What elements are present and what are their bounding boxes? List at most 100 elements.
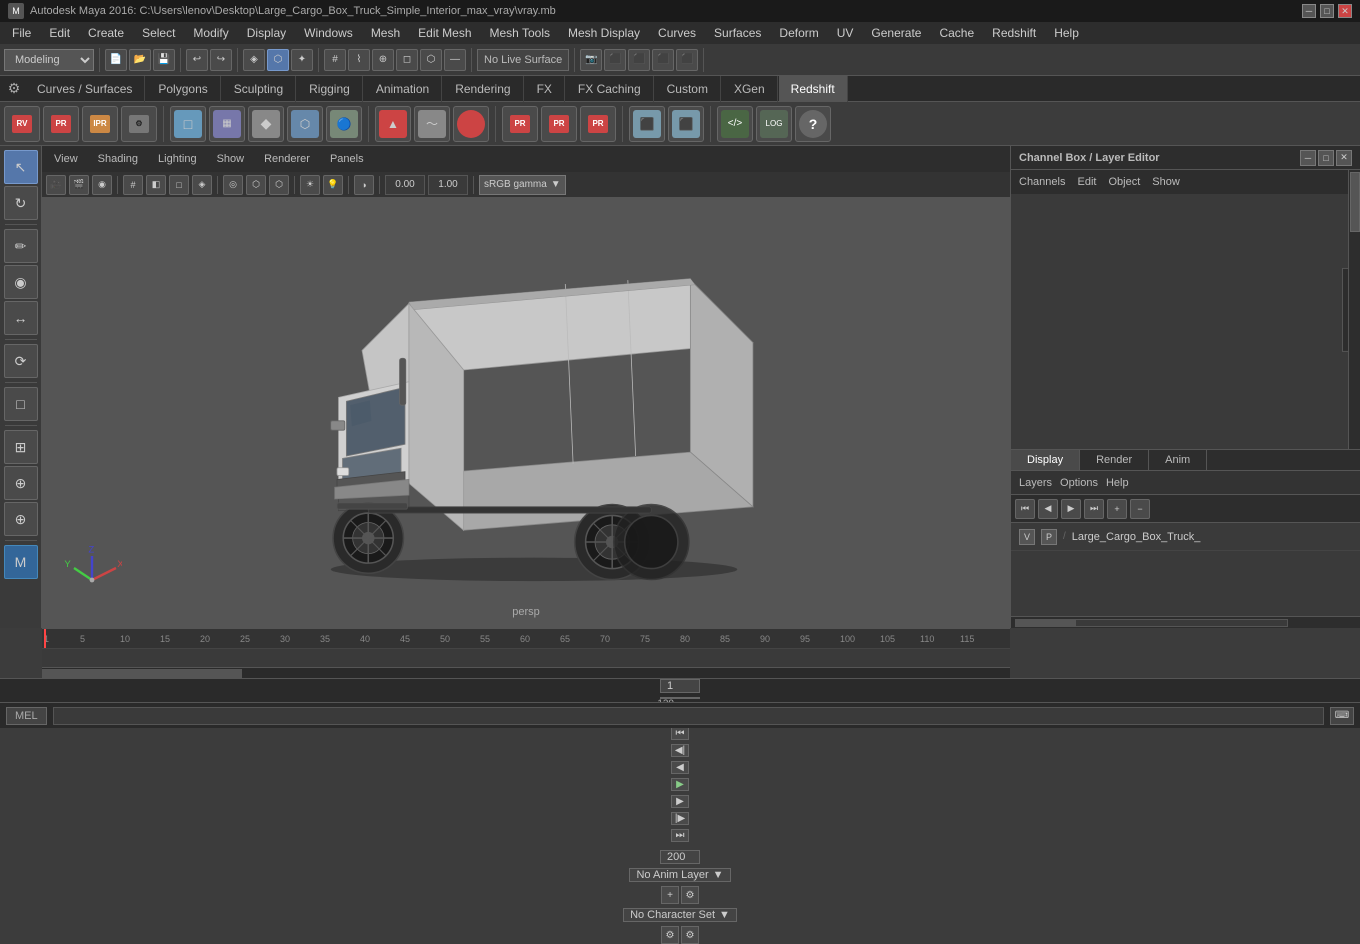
menu-uv[interactable]: UV — [829, 22, 862, 44]
fps-field[interactable]: 200 — [660, 850, 700, 864]
vp-light1[interactable]: ☀ — [300, 175, 320, 195]
menu-help[interactable]: Help — [1046, 22, 1087, 44]
render-button[interactable]: ⬛ — [604, 49, 626, 71]
layer-add-btn[interactable]: + — [1107, 499, 1127, 519]
rs-mat3-button[interactable] — [453, 106, 489, 142]
snap3[interactable]: ⊕ — [4, 502, 38, 536]
pb-last-frame[interactable]: ⏭ — [671, 829, 689, 842]
pb-first-frame[interactable]: ⏮ — [671, 727, 689, 740]
rs-vol2-button[interactable]: ⬛ — [668, 106, 704, 142]
current-frame-field[interactable]: 1 — [660, 679, 700, 693]
vp-isolate-button[interactable]: ◎ — [223, 175, 243, 195]
new-scene-button[interactable]: 📄 — [105, 49, 127, 71]
rs-obj3-button[interactable]: ◆ — [248, 106, 284, 142]
transform-tool[interactable]: ↔ — [4, 301, 38, 335]
menu-redshift[interactable]: Redshift — [984, 22, 1044, 44]
vp-num-field-2[interactable]: 1.00 — [428, 175, 468, 195]
viewport-menu-panels[interactable]: Panels — [324, 151, 370, 167]
channel-menu-channels[interactable]: Channels — [1019, 176, 1065, 188]
pb-next-key[interactable]: |▶ — [671, 812, 689, 825]
anim-layer-btn-2[interactable]: ⚙ — [681, 886, 699, 904]
undo-button[interactable]: ↩ — [186, 49, 208, 71]
pivot-tool[interactable]: ⟳ — [4, 344, 38, 378]
render-settings-button[interactable]: ⬛ — [652, 49, 674, 71]
tab-xgen[interactable]: XGen — [722, 76, 778, 102]
layer-prev-btn[interactable]: ◀ — [1038, 499, 1058, 519]
tab-curves-surfaces[interactable]: Curves / Surfaces — [25, 76, 145, 102]
rs-pr-btn4[interactable]: PR — [580, 106, 616, 142]
rotate-tool[interactable]: ↻ — [4, 186, 38, 220]
viewport-canvas[interactable]: X Y Z persp — [42, 198, 1010, 628]
channel-menu-object[interactable]: Object — [1108, 176, 1140, 188]
menu-edit-mesh[interactable]: Edit Mesh — [410, 22, 479, 44]
pb-prev-frame[interactable]: ◀ — [671, 761, 689, 774]
layer-playback-p[interactable]: P — [1041, 529, 1057, 545]
menu-windows[interactable]: Windows — [296, 22, 361, 44]
char-set-btn-2[interactable]: ⚙ — [681, 926, 699, 944]
tab-polygons[interactable]: Polygons — [146, 76, 220, 102]
timeline-ruler[interactable]: 1 5 10 15 20 25 30 35 40 45 50 55 60 65 … — [42, 629, 1010, 649]
tab-fx[interactable]: FX — [525, 76, 565, 102]
rs-obj4-button[interactable]: ⬡ — [287, 106, 323, 142]
layer-remove-btn[interactable]: − — [1130, 499, 1150, 519]
snap-surface-button[interactable]: ⬡ — [420, 49, 442, 71]
select-tool[interactable]: ↖ — [4, 150, 38, 184]
layer-opt-help[interactable]: Help — [1106, 477, 1129, 489]
anim-layer-btn-1[interactable]: + — [661, 886, 679, 904]
tab-animation[interactable]: Animation — [364, 76, 442, 102]
tab-rigging[interactable]: Rigging — [297, 76, 363, 102]
paint-tool-button[interactable]: ✦ — [291, 49, 313, 71]
no-character-set-arrow[interactable]: ▼ — [719, 909, 730, 921]
channel-scrollbar[interactable] — [1348, 170, 1360, 449]
vp-film-button[interactable]: 🎬 — [69, 175, 89, 195]
snap-point-button[interactable]: ⊕ — [372, 49, 394, 71]
vp-display1[interactable]: ⬡ — [246, 175, 266, 195]
pb-play[interactable]: ▶ — [671, 778, 689, 791]
menu-mesh[interactable]: Mesh — [363, 22, 408, 44]
vp-shading-button[interactable]: ◧ — [146, 175, 166, 195]
rs-pr-button[interactable]: PR — [43, 106, 79, 142]
layer-first-btn[interactable]: ⏮ — [1015, 499, 1035, 519]
layer-opt-layers[interactable]: Layers — [1019, 477, 1052, 489]
snap2[interactable]: ⊕ — [4, 466, 38, 500]
menu-curves[interactable]: Curves — [650, 22, 704, 44]
layer-last-btn[interactable]: ⏭ — [1084, 499, 1104, 519]
layer-next-btn[interactable]: ▶ — [1061, 499, 1081, 519]
menu-create[interactable]: Create — [80, 22, 132, 44]
menu-edit[interactable]: Edit — [41, 22, 78, 44]
workspace-dropdown[interactable]: Modeling — [4, 49, 94, 71]
open-scene-button[interactable]: 📂 — [129, 49, 151, 71]
vp-camera-button[interactable]: 🎥 — [46, 175, 66, 195]
menu-mesh-tools[interactable]: Mesh Tools — [482, 22, 558, 44]
vp-num-field-1[interactable]: 0.00 — [385, 175, 425, 195]
rs-mat2-button[interactable]: 〜 — [414, 106, 450, 142]
snap1[interactable]: ⊞ — [4, 430, 38, 464]
mel-label[interactable]: MEL — [6, 707, 47, 725]
layer-row-1[interactable]: V P / Large_Cargo_Box_Truck_ — [1011, 523, 1360, 551]
no-character-set-dropdown[interactable]: No Character Set ▼ — [623, 908, 737, 922]
maximize-button[interactable]: □ — [1320, 4, 1334, 18]
render-seq-button[interactable]: ⬛ — [676, 49, 698, 71]
layer-opt-options[interactable]: Options — [1060, 477, 1098, 489]
minimize-button[interactable]: ─ — [1302, 4, 1316, 18]
rs-code-button[interactable]: </> — [717, 106, 753, 142]
component-tool[interactable]: ◉ — [4, 265, 38, 299]
snap-grid-button[interactable]: # — [324, 49, 346, 71]
vp-grid-button[interactable]: # — [123, 175, 143, 195]
snap-view-button[interactable]: ◻ — [396, 49, 418, 71]
layer-tab-render[interactable]: Render — [1080, 450, 1149, 470]
gamma-dropdown-icon[interactable]: ▼ — [551, 179, 561, 190]
menu-select[interactable]: Select — [134, 22, 183, 44]
right-panel-controls[interactable]: ─ □ ✕ — [1300, 150, 1352, 166]
no-live-surface-label[interactable]: No Live Surface — [477, 49, 569, 71]
rs-obj1-button[interactable]: □ — [170, 106, 206, 142]
close-button[interactable]: ✕ — [1338, 4, 1352, 18]
menu-cache[interactable]: Cache — [931, 22, 982, 44]
region-tool[interactable]: □ — [4, 387, 38, 421]
rs-mat1-button[interactable]: ▲ — [375, 106, 411, 142]
layer-scrollbar-bar[interactable] — [1011, 616, 1360, 628]
rs-ipr-button[interactable]: IPR — [82, 106, 118, 142]
pb-next-frame[interactable]: ▶ — [671, 795, 689, 808]
snap-curve-button[interactable]: ⌇ — [348, 49, 370, 71]
rp-close-button[interactable]: ✕ — [1336, 150, 1352, 166]
